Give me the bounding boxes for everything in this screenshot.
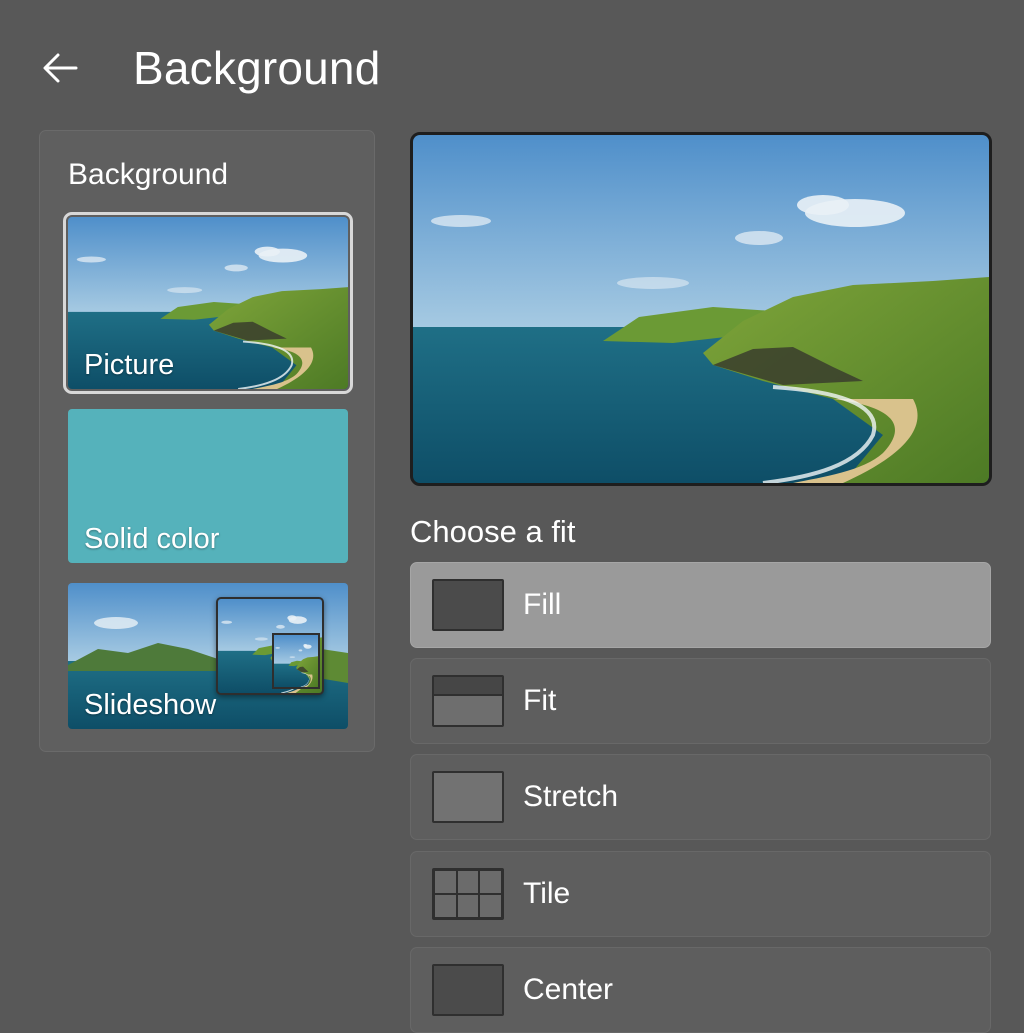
fit-label-fill: Fill [523, 588, 562, 621]
background-option-solid-color[interactable]: Solid color [68, 409, 348, 563]
stretch-icon [432, 771, 504, 823]
fit-icon [432, 675, 504, 727]
fit-label-fit: Fit [523, 684, 557, 717]
option-label-slideshow: Slideshow [84, 689, 217, 721]
fit-label-stretch: Stretch [523, 780, 619, 813]
background-type-panel: Background Picture Solid color Slideshow [39, 130, 375, 752]
fit-label-center: Center [523, 973, 614, 1006]
fit-option-stretch[interactable]: Stretch [410, 754, 991, 840]
back-button[interactable] [36, 46, 84, 90]
background-option-slideshow[interactable]: Slideshow [68, 583, 348, 729]
fit-option-tile[interactable]: Tile [410, 851, 991, 937]
fill-icon [432, 579, 504, 631]
fit-option-fill[interactable]: Fill [410, 562, 991, 648]
slideshow-stack-icon [216, 597, 324, 695]
option-label-picture: Picture [84, 349, 175, 381]
back-arrow-icon [43, 53, 78, 83]
page-title: Background [133, 42, 381, 94]
option-label-solid-color: Solid color [84, 523, 220, 555]
slideshow-inner-frame [272, 633, 320, 689]
page-header: Background [0, 0, 1024, 130]
fit-option-center[interactable]: Center [410, 947, 991, 1033]
fit-label-tile: Tile [523, 877, 571, 910]
choose-fit-heading: Choose a fit [410, 514, 576, 549]
center-icon [432, 964, 504, 1016]
fit-option-fit[interactable]: Fit [410, 658, 991, 744]
panel-title: Background [68, 158, 229, 191]
tile-icon [432, 868, 504, 920]
background-preview [410, 132, 992, 486]
background-option-picture[interactable]: Picture [63, 212, 353, 394]
preview-image [413, 135, 989, 483]
